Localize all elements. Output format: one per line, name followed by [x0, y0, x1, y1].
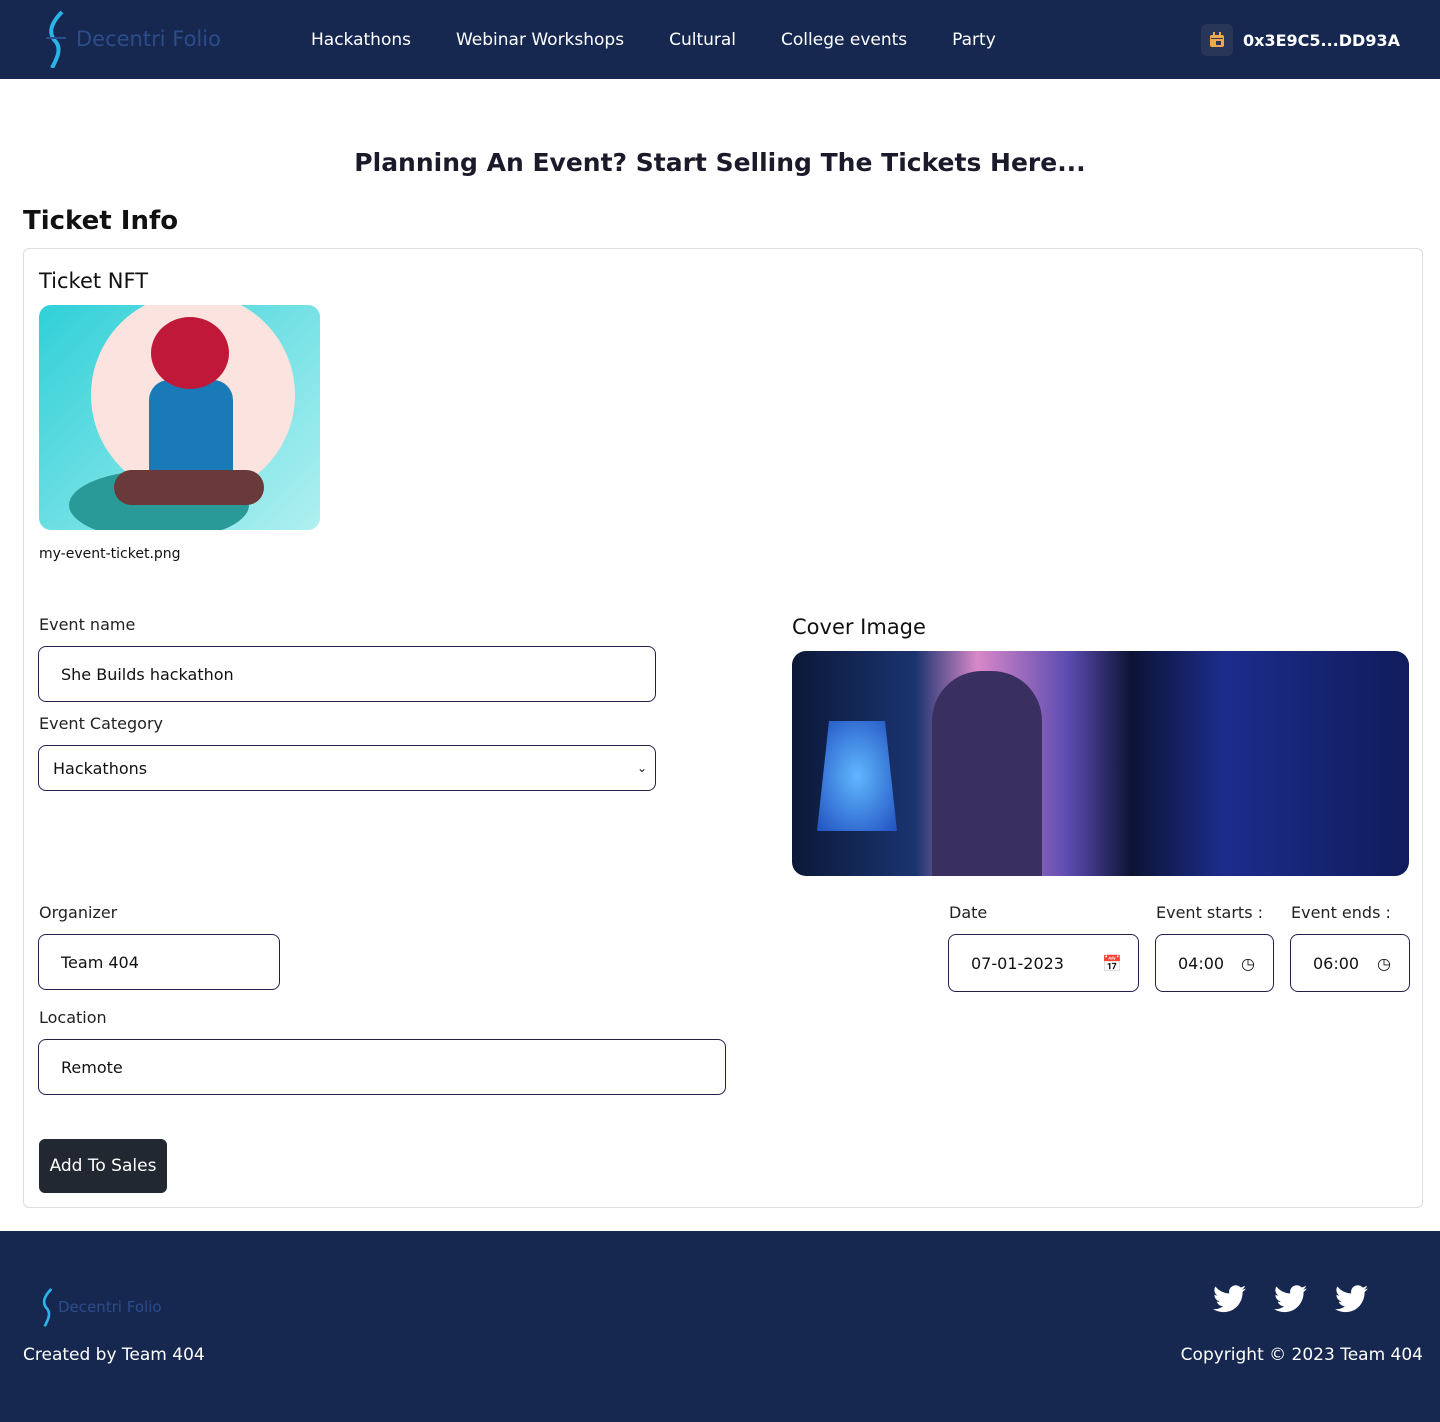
logo-icon: [46, 10, 66, 68]
organizer-label: Organizer: [39, 903, 118, 922]
footer-credit: Created by Team 404: [23, 1345, 205, 1365]
event-start-time-input[interactable]: 04:00 ◷: [1155, 934, 1274, 992]
brand-name: Decentri Folio: [76, 27, 221, 51]
nav-link-party[interactable]: Party: [952, 30, 996, 50]
brand-logo[interactable]: Decentri Folio: [42, 10, 221, 68]
navbar: Decentri Folio Hackathons Webinar Worksh…: [0, 0, 1440, 79]
twitter-icon[interactable]: [1274, 1285, 1307, 1313]
ticket-nft-label: Ticket NFT: [39, 269, 149, 293]
footer-copyright: Copyright © 2023 Team 404: [1180, 1345, 1423, 1365]
ticket-filename: my-event-ticket.png: [39, 546, 181, 562]
footer-brand-name: Decentri Folio: [58, 1298, 162, 1316]
clock-icon[interactable]: ◷: [1377, 954, 1391, 973]
twitter-icon[interactable]: [1213, 1285, 1246, 1313]
logo-icon: [42, 1288, 53, 1327]
page-headline: Planning An Event? Start Selling The Tic…: [354, 148, 1086, 177]
footer-logo[interactable]: Decentri Folio: [38, 1287, 162, 1327]
nav-link-college-events[interactable]: College events: [781, 30, 907, 50]
event-starts-label: Event starts :: [1156, 903, 1263, 922]
chevron-down-icon: ⌄: [636, 761, 647, 775]
section-title: Ticket Info: [23, 206, 179, 236]
ticket-form-card: Ticket NFT my-event-ticket.png Event nam…: [23, 248, 1423, 1208]
nav-link-hackathons[interactable]: Hackathons: [311, 30, 411, 50]
wallet-address: 0x3E9C5...DD93A: [1243, 30, 1400, 50]
date-value: 07-01-2023: [971, 953, 1064, 973]
wallet-button[interactable]: 0x3E9C5...DD93A: [1201, 24, 1400, 56]
date-label: Date: [949, 903, 988, 922]
event-category-label: Event Category: [39, 714, 164, 733]
add-to-sales-button[interactable]: Add To Sales: [39, 1139, 167, 1193]
event-ends-label: Event ends :: [1291, 903, 1391, 922]
cover-image-label: Cover Image: [792, 615, 926, 639]
clock-icon[interactable]: ◷: [1241, 954, 1255, 973]
location-input[interactable]: Remote: [38, 1039, 726, 1095]
calendar-icon[interactable]: 📅: [1102, 954, 1122, 973]
event-name-input[interactable]: She Builds hackathon: [38, 646, 656, 702]
footer: Decentri Folio Created by Team 404 Copyr…: [0, 1231, 1440, 1422]
event-end-time-input[interactable]: 06:00 ◷: [1290, 934, 1410, 992]
start-time-value: 04:00: [1178, 953, 1225, 973]
end-time-value: 06:00: [1313, 953, 1360, 973]
cover-image[interactable]: [792, 651, 1409, 876]
selected-category: Hackathons: [53, 758, 148, 778]
ticket-nft-image[interactable]: [39, 305, 320, 530]
event-category-select[interactable]: Hackathons ⌄: [38, 745, 656, 791]
event-name-label: Event name: [39, 615, 136, 634]
nav-link-cultural[interactable]: Cultural: [669, 30, 736, 50]
nav-link-webinar-workshops[interactable]: Webinar Workshops: [456, 30, 624, 50]
calendar-icon: [1201, 24, 1233, 56]
organizer-input[interactable]: Team 404: [38, 934, 280, 990]
date-input[interactable]: 07-01-2023 📅: [948, 934, 1139, 992]
location-label: Location: [39, 1008, 107, 1027]
twitter-icon[interactable]: [1335, 1285, 1368, 1313]
